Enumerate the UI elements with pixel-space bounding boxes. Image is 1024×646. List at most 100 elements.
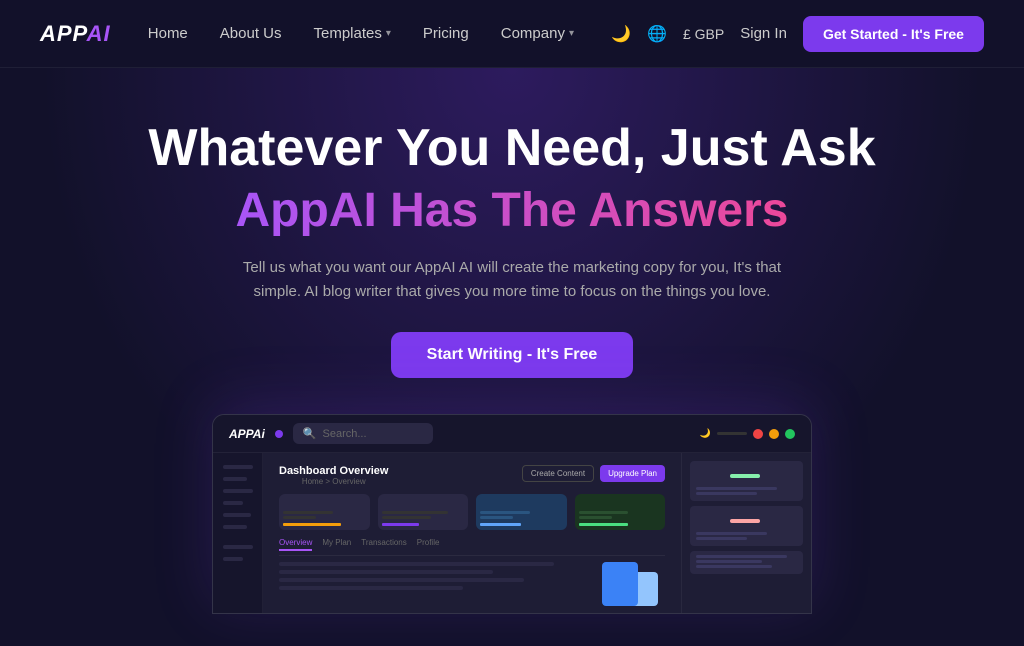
right-line <box>696 565 772 568</box>
hero-section: Whatever You Need, Just Ask AppAI Has Th… <box>0 68 1024 646</box>
card-line <box>283 516 316 519</box>
dashboard-title-area: Dashboard Overview Home > Overview <box>279 465 388 486</box>
sidebar-item[interactable] <box>223 465 253 469</box>
window-dot <box>275 430 283 438</box>
table-row <box>279 562 554 566</box>
dark-mode-toggle[interactable]: 🌙 <box>611 24 631 44</box>
hero-heading-1: Whatever You Need, Just Ask <box>148 120 875 177</box>
dashboard-content-row <box>279 562 665 606</box>
currency-display[interactable]: £ GBP <box>683 26 724 42</box>
right-card-1 <box>690 461 803 501</box>
dashboard-preview: APPAi 🔍 Search... 🌙 <box>212 414 812 614</box>
card-line <box>480 511 530 514</box>
right-line <box>696 487 777 490</box>
window-divider <box>717 432 747 435</box>
card-line <box>579 511 629 514</box>
sign-in-button[interactable]: Sign In <box>740 25 787 42</box>
tab-transactions[interactable]: Transactions <box>361 538 407 551</box>
hero-heading-2: AppAI Has The Answers <box>235 183 788 238</box>
table-row <box>279 578 524 582</box>
window-bar: APPAi 🔍 Search... 🌙 <box>213 415 811 453</box>
nav-link-about[interactable]: About Us <box>220 25 282 42</box>
card-line <box>382 516 432 519</box>
tab-overview[interactable]: Overview <box>279 538 312 551</box>
get-started-button[interactable]: Get Started - It's Free <box>803 16 984 52</box>
nav-item-templates[interactable]: Templates ▾ <box>313 25 390 42</box>
nav-link-templates[interactable]: Templates ▾ <box>313 25 390 42</box>
tab-profile[interactable]: Profile <box>417 538 440 551</box>
search-icon: 🔍 <box>303 427 317 440</box>
tab-myplan[interactable]: My Plan <box>322 538 351 551</box>
card-bar <box>283 523 341 526</box>
tag-red <box>730 519 760 523</box>
dashboard-cards-row <box>279 494 665 530</box>
create-content-button[interactable]: Create Content <box>522 465 594 482</box>
sidebar-item[interactable] <box>223 477 247 481</box>
nav-item-about[interactable]: About Us <box>220 25 282 42</box>
dashboard-table <box>279 562 585 594</box>
hero-description: Tell us what you want our AppAI AI will … <box>232 256 792 304</box>
chevron-down-icon: ▾ <box>569 28 574 39</box>
dashboard-right-panel <box>681 453 811 613</box>
card-bar <box>382 523 419 526</box>
dashboard-card-2 <box>378 494 469 530</box>
dashboard-breadcrumb: Home > Overview <box>279 477 388 486</box>
right-line <box>696 560 762 563</box>
upgrade-plan-button[interactable]: Upgrade Plan <box>600 465 665 482</box>
cta-button[interactable]: Start Writing - It's Free <box>391 332 634 378</box>
dashboard-title: Dashboard Overview <box>279 465 388 477</box>
window-bar-left: APPAi 🔍 Search... <box>229 423 433 444</box>
dashboard-card-1 <box>279 494 370 530</box>
nav-item-home[interactable]: Home <box>148 25 188 42</box>
nav-link-home[interactable]: Home <box>148 25 188 42</box>
moon-icon: 🌙 <box>611 24 631 44</box>
right-line <box>696 532 767 535</box>
language-selector[interactable]: 🌐 <box>647 24 667 44</box>
nav-item-pricing[interactable]: Pricing <box>423 25 469 42</box>
table-row <box>279 570 493 574</box>
globe-icon: 🌐 <box>647 24 667 44</box>
navbar: APPAI Home About Us Templates ▾ Pricing <box>0 0 1024 68</box>
dashboard-window: APPAi 🔍 Search... 🌙 <box>212 414 812 614</box>
card-line <box>480 516 513 519</box>
right-card-2 <box>690 506 803 546</box>
sidebar-item[interactable] <box>223 545 253 549</box>
window-dot-yellow <box>769 429 779 439</box>
logo: APPAI <box>40 21 111 47</box>
nav-links: Home About Us Templates ▾ Pricing Compan… <box>148 25 574 42</box>
sidebar-item[interactable] <box>223 489 253 493</box>
sidebar-item[interactable] <box>223 525 247 529</box>
dashboard-card-4 <box>575 494 666 530</box>
window-dot-red <box>753 429 763 439</box>
window-dot-green <box>785 429 795 439</box>
window-logo: APPAi <box>229 427 265 441</box>
card-line <box>382 511 448 514</box>
window-bar-right: 🌙 <box>700 428 795 439</box>
dashboard-main: Dashboard Overview Home > Overview Creat… <box>263 453 681 613</box>
nav-right: 🌙 🌐 £ GBP Sign In Get Started - It's Fre… <box>611 16 984 52</box>
sidebar-item[interactable] <box>223 557 243 561</box>
nav-item-company[interactable]: Company ▾ <box>501 25 574 42</box>
dashboard-search[interactable]: 🔍 Search... <box>293 423 433 444</box>
tag-green <box>730 474 760 478</box>
dashboard-body: Dashboard Overview Home > Overview Creat… <box>213 453 811 613</box>
sidebar-item[interactable] <box>223 501 243 505</box>
dashboard-tabs: Overview My Plan Transactions Profile <box>279 538 665 556</box>
dashboard-header-row: Dashboard Overview Home > Overview Creat… <box>279 465 665 486</box>
right-card-3 <box>690 551 803 574</box>
right-line <box>696 537 747 540</box>
nav-link-company[interactable]: Company ▾ <box>501 25 574 42</box>
nav-link-pricing[interactable]: Pricing <box>423 25 469 42</box>
card-bar <box>579 523 629 526</box>
table-row <box>279 586 463 590</box>
right-line <box>696 555 787 558</box>
right-line <box>696 492 757 495</box>
card-line <box>283 511 333 514</box>
card-line <box>579 516 612 519</box>
sidebar-item[interactable] <box>223 513 251 517</box>
moon-icon: 🌙 <box>700 428 711 439</box>
card-bar <box>480 523 521 526</box>
illustration-boxes <box>602 562 658 606</box>
dashboard-illustration <box>595 562 665 606</box>
dashboard-header-buttons: Create Content Upgrade Plan <box>522 465 665 482</box>
